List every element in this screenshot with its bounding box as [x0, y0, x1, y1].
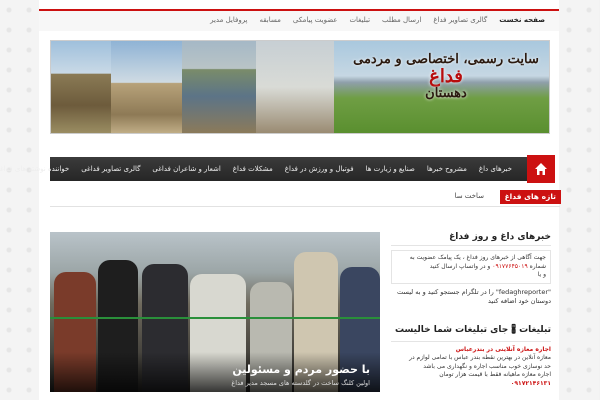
- site-logo-title: سایت رسمی، اختصاصی و مردمی فداغ دهستان: [352, 51, 542, 102]
- banner-photo-castle: [52, 41, 112, 133]
- topnav-submit[interactable]: ارسال مطلب: [377, 14, 428, 26]
- banner-photo-lake: [183, 41, 257, 133]
- ad-line3: اجاره معازه ماهیانه فقط با قیمت هزار توم…: [440, 371, 552, 378]
- home-button[interactable]: [528, 155, 556, 183]
- ribbon: [51, 317, 381, 319]
- topnav-admin-profile[interactable]: پروفایل مدیر: [205, 14, 254, 26]
- ad-phone: ۰۹۱۷۲۱۴۶۱۳۱: [511, 379, 552, 387]
- slider-caption: با حضور مردم و مسئولین اولین کلنگ ساخت د…: [51, 352, 381, 392]
- banner-photo-sign: [257, 41, 523, 133]
- topnav-contest[interactable]: مسابقه: [255, 14, 288, 26]
- topnav-gallery[interactable]: گالری تصاویر فداغ: [428, 14, 494, 26]
- nav-detailed-news[interactable]: مشروح خبرها: [422, 157, 474, 181]
- nav-poems[interactable]: اشعار و شاعران فداغی: [147, 157, 227, 181]
- topnav-home[interactable]: صفحه نخست: [494, 14, 552, 26]
- slider-title[interactable]: با حضور مردم و مسئولین: [233, 363, 371, 376]
- home-icon: [536, 163, 548, 175]
- nav-industry[interactable]: صنایع و زیارت ها: [361, 157, 422, 181]
- slider-subtitle: اولین کلنگ ساخت در گلدسته های مسجد مدیر …: [232, 379, 371, 387]
- nav-writers[interactable]: خواننده نوشته های فداغی: [0, 157, 76, 181]
- main-nav: خبرهای داغ مشروح خبرها صنایع و زیارت ها …: [0, 155, 556, 183]
- telegram-line[interactable]: "fedaghreporter" را در تلگرام جستجو کنید…: [392, 288, 552, 306]
- ticker-text[interactable]: ساخت سا: [456, 192, 485, 200]
- topnav-ads[interactable]: تبلیغات: [344, 14, 377, 26]
- ticker-label: تازه های فداغ: [500, 190, 562, 204]
- ads-widget-title: تبلیغات 🖁 جای تبلیغات شما خالیست: [392, 322, 552, 342]
- logo-line2: دهستان: [426, 86, 468, 101]
- ad-line2: حد نوسازی خوب مناسب اجاره و نگهداری می ب…: [424, 362, 552, 370]
- logo-brand: فداغ: [430, 66, 464, 87]
- news-widget-number: ۰۹۱۷۷۶۴۵۰۱۹: [493, 262, 529, 270]
- nav-gallery[interactable]: گالری تصاویر فداغی: [76, 157, 147, 181]
- banner-photo-ruins: [112, 41, 234, 133]
- nav-sports[interactable]: فوتبال و ورزش در فداغ: [280, 157, 361, 181]
- nav-problems[interactable]: مشکلات فداغ: [228, 157, 280, 181]
- nav-hot-news[interactable]: خبرهای داغ: [474, 157, 519, 181]
- ads-widget-box[interactable]: اجاره معازه آنلاینی در بندرعباس معازه آن…: [392, 346, 552, 389]
- ad-line1: معازه آنلاین در بهترین نقطه بندر عباس با…: [410, 354, 552, 361]
- telegram-text: "fedaghreporter" را در تلگرام جستجو کنید…: [398, 287, 552, 305]
- top-bar: صفحه نخست گالری تصاویر فداغ ارسال مطلب ت…: [40, 9, 560, 31]
- main-nav-items: خبرهای داغ مشروح خبرها صنایع و زیارت ها …: [0, 157, 519, 181]
- topnav-sms[interactable]: عضویت پیامکی: [288, 14, 345, 26]
- top-nav: صفحه نخست گالری تصاویر فداغ ارسال مطلب ت…: [205, 14, 552, 26]
- header-banner[interactable]: سایت رسمی، اختصاصی و مردمی فداغ دهستان: [51, 40, 551, 134]
- news-widget-text2: و در واتساپ ارسال کنید: [430, 262, 492, 270]
- news-widget-text3: و یا: [538, 271, 547, 278]
- featured-slider[interactable]: با حضور مردم و مسئولین اولین کلنگ ساخت د…: [51, 232, 381, 392]
- news-widget-box: جهت آگاهی از خبرهای روز فداغ ، یک پیامک …: [392, 250, 552, 284]
- news-ticker: تازه های فداغ ساخت سا: [51, 190, 562, 207]
- sidebar: خبرهای داغ و روز فداغ جهت آگاهی از خبرها…: [392, 232, 552, 388]
- ad-company[interactable]: اجاره معازه آنلاینی در بندرعباس: [392, 346, 552, 355]
- news-widget-title: خبرهای داغ و روز فداغ: [392, 232, 552, 246]
